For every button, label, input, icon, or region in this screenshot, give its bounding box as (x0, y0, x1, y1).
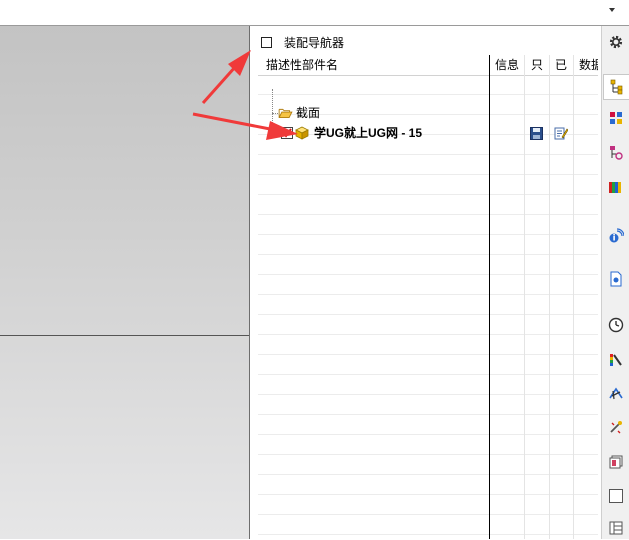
tree-node-section[interactable]: 截面 (258, 103, 598, 123)
palette-icon[interactable] (604, 516, 628, 540)
dropdown-arrow-icon[interactable] (609, 8, 615, 12)
reuse-library-icon[interactable] (604, 175, 628, 199)
pin-checkbox[interactable] (261, 37, 272, 48)
system-materials-icon[interactable] (604, 484, 628, 508)
column-header-readonly[interactable]: 只 (526, 55, 549, 76)
part-navigator-icon[interactable] (604, 141, 628, 165)
panel-title: 装配导航器 (284, 36, 345, 50)
visualization-icon[interactable] (604, 347, 628, 371)
assembly-navigator-panel: 装配导航器 描述性部件名 信息 只 已 数据 截面 (250, 26, 600, 539)
visibility-checkbox[interactable] (281, 127, 293, 139)
column-header-part-name[interactable]: 描述性部件名 (258, 55, 496, 76)
save-icon[interactable] (530, 127, 543, 140)
hd3d-tools-icon[interactable] (604, 224, 628, 248)
edit-icon[interactable] (554, 126, 568, 140)
node-label: 学UG就上UG网 - 15 (314, 126, 423, 140)
roles-icon[interactable] (604, 450, 628, 474)
column-header-data[interactable]: 数据 (574, 55, 598, 76)
column-header-modified[interactable]: 已 (550, 55, 575, 76)
manufacturing-wizard-icon[interactable] (604, 415, 628, 439)
assembly-navigator-icon[interactable] (603, 74, 629, 100)
node-label: 截面 (296, 106, 321, 120)
web-browser-icon[interactable] (604, 267, 628, 291)
constraint-navigator-icon[interactable] (604, 106, 628, 130)
panel-header: 装配导航器 (250, 26, 600, 55)
viewport-divider (0, 335, 249, 336)
navigator-tree-grid[interactable]: 描述性部件名 信息 只 已 数据 截面 (258, 55, 598, 539)
gear-icon[interactable] (604, 30, 628, 54)
resource-bar (601, 26, 629, 539)
process-studio-icon[interactable] (604, 381, 628, 405)
top-strip (0, 0, 629, 26)
graphics-window[interactable] (0, 26, 250, 539)
checkmark-icon (282, 128, 292, 138)
assembly-part-icon (295, 126, 309, 140)
history-icon[interactable] (604, 313, 628, 337)
folder-open-icon (278, 108, 293, 118)
tree-node-root-part[interactable]: 学UG就上UG网 - 15 (258, 123, 598, 143)
